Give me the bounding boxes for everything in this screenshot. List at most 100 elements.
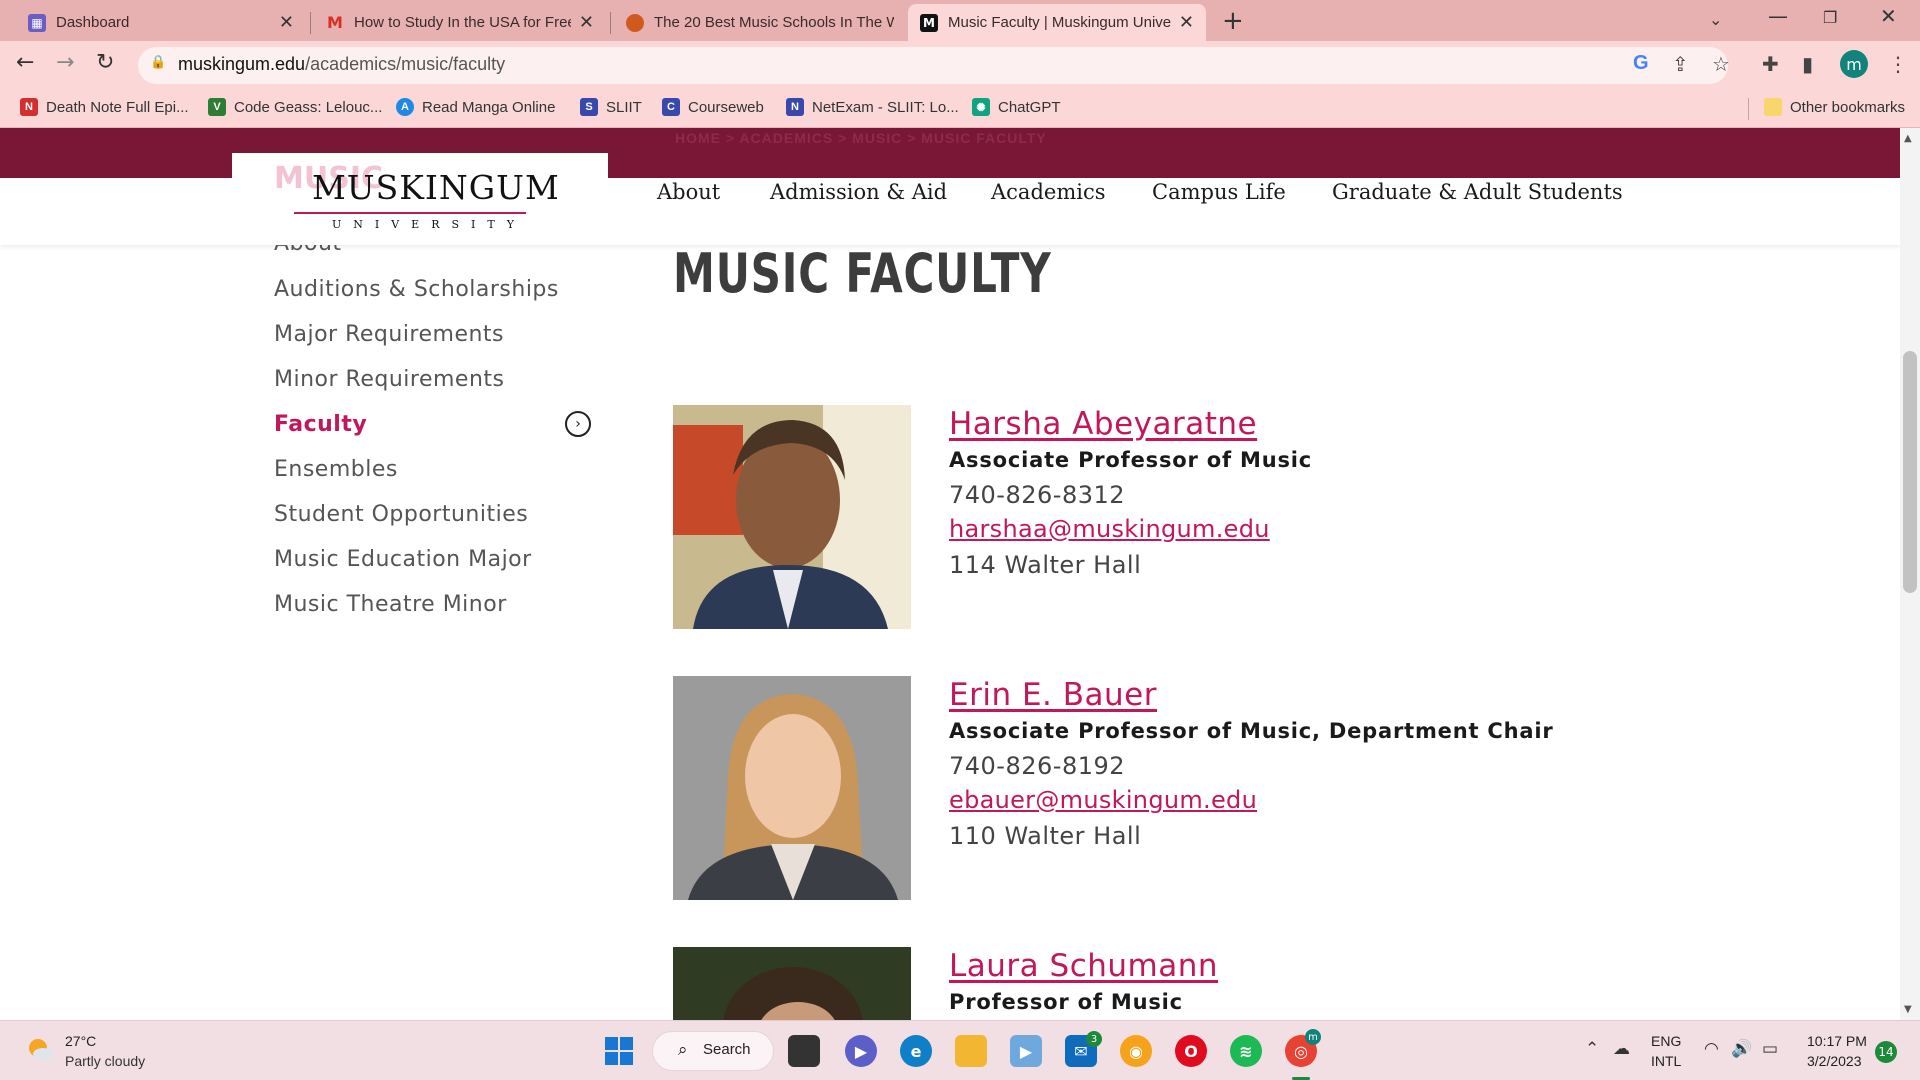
sidenav-item-faculty[interactable]: Faculty	[274, 412, 367, 437]
gmail-favicon-icon: M	[327, 13, 343, 32]
back-icon[interactable]: ←	[16, 50, 34, 75]
nav-about[interactable]: About	[657, 180, 720, 204]
google-lens-icon[interactable]: G	[1633, 52, 1649, 75]
restore-icon[interactable]: ❐	[1823, 8, 1837, 27]
show-hidden-icons-icon[interactable]: ⌃	[1585, 1039, 1599, 1059]
sidenav-item-music-theatre[interactable]: Music Theatre Minor	[274, 592, 507, 617]
scroll-down-icon[interactable]: ▼	[1904, 1004, 1912, 1015]
minimize-icon[interactable]: —	[1768, 4, 1788, 28]
logo-underline	[294, 212, 526, 214]
windows-start-icon[interactable]	[603, 1035, 635, 1067]
extensions-icon[interactable]: ✚	[1762, 52, 1779, 76]
sidenav-item-about[interactable]: About	[274, 245, 342, 256]
faculty-phone: 740-826-8192	[949, 752, 1126, 780]
scroll-up-icon[interactable]: ▲	[1904, 133, 1912, 144]
sidenav-item-music-education[interactable]: Music Education Major	[274, 547, 532, 572]
tab-title: The 20 Best Music Schools In The World	[654, 14, 894, 31]
tab-music-faculty[interactable]: M Music Faculty | Muskingum University ✕	[908, 4, 1206, 41]
brave-browser-icon[interactable]: ◉	[1120, 1035, 1152, 1067]
profile-avatar[interactable]: m	[1840, 50, 1868, 78]
tab-dashboard[interactable]: ▦ Dashboard ✕	[16, 4, 306, 41]
logo-subtitle: UNIVERSITY	[332, 218, 526, 231]
nav-academics[interactable]: Academics	[991, 180, 1106, 204]
clock-time[interactable]: 10:17 PM	[1807, 1033, 1867, 1049]
side-panel-icon[interactable]: ▮	[1802, 52, 1813, 76]
menu-kebab-icon[interactable]: ⋮	[1888, 52, 1908, 76]
bookmark-favicon-icon: N	[20, 98, 38, 116]
media-player-icon[interactable]: ▶	[1010, 1035, 1042, 1067]
onedrive-cloud-icon[interactable]: ☁	[1613, 1039, 1630, 1059]
language-indicator[interactable]: ENG	[1651, 1033, 1681, 1049]
bookmark-code-geass[interactable]: V Code Geass: Lelouc...	[208, 98, 382, 116]
mail-badge: 3	[1086, 1031, 1102, 1047]
url-text[interactable]: muskingum.edu/academics/music/faculty	[178, 54, 505, 75]
faculty-email-link[interactable]: ebauer@muskingum.edu	[949, 786, 1257, 814]
file-explorer-icon[interactable]	[955, 1035, 987, 1067]
faculty-title: Professor of Music	[949, 990, 1183, 1014]
close-tab-icon[interactable]: ✕	[279, 12, 294, 33]
logo-wordmark: MUSKINGUM	[312, 168, 560, 207]
bookmark-read-manga[interactable]: A Read Manga Online	[396, 98, 555, 116]
clock-date[interactable]: 3/2/2023	[1807, 1053, 1862, 1069]
weather-description[interactable]: Partly cloudy	[65, 1053, 145, 1069]
page-viewport: HOME > ACADEMICS > MUSIC > MUSIC FACULTY…	[0, 128, 1900, 1020]
new-tab-icon[interactable]: +	[1222, 6, 1244, 36]
sidenav-item-minor-requirements[interactable]: Minor Requirements	[274, 367, 504, 392]
bookmark-courseweb[interactable]: C Courseweb	[662, 98, 764, 116]
nav-admission-aid[interactable]: Admission & Aid	[770, 180, 947, 204]
bookmark-netexam[interactable]: N NetExam - SLIIT: Lo...	[786, 98, 959, 116]
bookmark-star-icon[interactable]: ☆	[1712, 52, 1730, 76]
tab-bar: ▦ Dashboard ✕ M How to Study In the USA …	[0, 0, 1920, 41]
close-tab-icon[interactable]: ✕	[579, 12, 594, 33]
window-close-icon[interactable]: ✕	[1880, 4, 1897, 28]
battery-icon[interactable]: ▭	[1762, 1039, 1778, 1059]
folder-icon: ▮	[1764, 98, 1782, 116]
sidenav-item-ensembles[interactable]: Ensembles	[274, 457, 398, 482]
bookmark-chatgpt[interactable]: ✺ ChatGPT	[972, 98, 1061, 116]
tab-how-to-study[interactable]: M How to Study In the USA for Free ✕	[314, 4, 606, 41]
faculty-name-link[interactable]: Laura Schumann	[949, 948, 1218, 984]
volume-icon[interactable]: 🔊	[1731, 1039, 1752, 1059]
tab-best-music-schools[interactable]: The 20 Best Music Schools In The World	[614, 4, 906, 41]
partly-cloudy-icon[interactable]	[26, 1035, 54, 1063]
bookmark-sliit[interactable]: S SLIIT	[580, 98, 642, 116]
lock-icon[interactable]: 🔒	[150, 55, 166, 70]
teams-chat-icon[interactable]: ▶	[845, 1035, 877, 1067]
chevron-right-circle-icon[interactable]: ›	[565, 411, 591, 437]
bookmark-favicon-icon: ✺	[972, 98, 990, 116]
reload-icon[interactable]: ↻	[96, 50, 114, 75]
nav-campus-life[interactable]: Campus Life	[1152, 180, 1286, 204]
sidenav-item-auditions[interactable]: Auditions & Scholarships	[274, 277, 559, 302]
bookmarks-bar: N Death Note Full Epi... V Code Geass: L…	[0, 90, 1920, 128]
nav-graduate-adult[interactable]: Graduate & Adult Students	[1332, 180, 1623, 204]
faculty-photo	[673, 947, 911, 1020]
keyboard-layout[interactable]: INTL	[1651, 1053, 1681, 1069]
search-icon: ⌕	[678, 1040, 688, 1060]
opera-browser-icon[interactable]: O	[1175, 1035, 1207, 1067]
scrollbar-thumb[interactable]	[1903, 351, 1917, 593]
tab-title: How to Study In the USA for Free	[354, 14, 571, 31]
site-favicon-icon	[626, 13, 644, 32]
faculty-name-link[interactable]: Erin E. Bauer	[949, 677, 1157, 713]
bookmark-favicon-icon: C	[662, 98, 680, 116]
sidenav-item-major-requirements[interactable]: Major Requirements	[274, 322, 504, 347]
wifi-icon[interactable]: ◠	[1704, 1039, 1719, 1059]
tab-search-chevron-icon[interactable]: ⌄	[1709, 10, 1722, 29]
faculty-name-link[interactable]: Harsha Abeyaratne	[949, 406, 1257, 442]
edge-browser-icon[interactable]: e	[900, 1035, 932, 1067]
forward-icon[interactable]: →	[56, 50, 74, 75]
share-icon[interactable]: ⇪	[1672, 52, 1689, 76]
dashboard-favicon-icon: ▦	[28, 13, 46, 32]
breadcrumb[interactable]: HOME > ACADEMICS > MUSIC > MUSIC FACULTY	[675, 130, 1047, 146]
faculty-office: 114 Walter Hall	[949, 551, 1142, 579]
close-tab-icon[interactable]: ✕	[1179, 12, 1194, 33]
page-title: MUSIC FACULTY	[673, 242, 1052, 305]
spotify-icon[interactable]: ≋	[1230, 1035, 1262, 1067]
weather-temperature[interactable]: 27°C	[65, 1033, 96, 1049]
notification-count-badge[interactable]: 14	[1875, 1041, 1897, 1063]
bookmark-death-note[interactable]: N Death Note Full Epi...	[20, 98, 189, 116]
task-view-icon[interactable]	[788, 1035, 820, 1067]
sidenav-item-student-opportunities[interactable]: Student Opportunities	[274, 502, 528, 527]
faculty-email-link[interactable]: harshaa@muskingum.edu	[949, 515, 1270, 543]
other-bookmarks[interactable]: ▮ Other bookmarks	[1764, 98, 1905, 116]
